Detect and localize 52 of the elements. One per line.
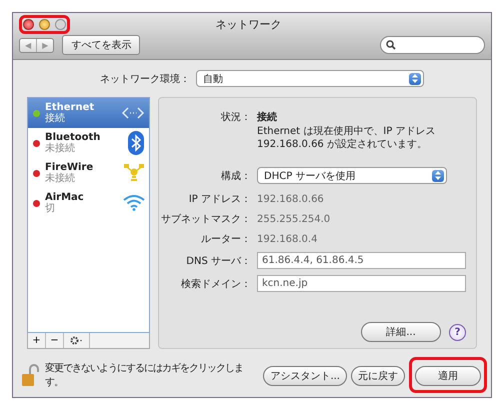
search-icon xyxy=(386,40,396,50)
field-value: 255.255.254.0 xyxy=(257,214,332,224)
help-button[interactable]: ? xyxy=(449,324,466,340)
service-item[interactable]: FireWire 未接続 xyxy=(28,158,149,188)
field-label: DNS サーバ： xyxy=(185,254,251,268)
input-field[interactable]: 61.86.4.4, 61.86.4.5 xyxy=(257,252,466,269)
service-status: 未接続 xyxy=(45,143,76,154)
config-popup[interactable]: DHCP サーバを使用 xyxy=(257,167,447,184)
popup-arrows-icon xyxy=(409,72,421,84)
show-all-button[interactable]: すべてを表示 xyxy=(62,35,140,55)
service-item[interactable]: AirMac 切 xyxy=(28,188,149,218)
service-name: AirMac xyxy=(45,192,85,203)
service-status: 切 xyxy=(45,203,56,214)
footer-button[interactable]: 適用 xyxy=(415,366,481,386)
field-label: ルーター： xyxy=(200,233,251,246)
zoom-button[interactable] xyxy=(55,18,66,30)
service-name: FireWire xyxy=(45,162,94,173)
service-item[interactable]: Bluetooth 未接続 xyxy=(28,128,149,158)
wifi-icon xyxy=(123,195,145,211)
location-popup[interactable]: 自動 xyxy=(196,70,424,87)
field-value: 192.168.0.4 xyxy=(257,234,318,244)
service-status: 未接続 xyxy=(45,173,76,184)
popup-arrows-icon xyxy=(432,170,444,182)
minimize-button[interactable] xyxy=(39,18,50,30)
window-title: ネットワーク xyxy=(214,16,282,32)
status-value: 接続 xyxy=(257,110,278,124)
remove-button[interactable]: − xyxy=(46,333,64,348)
config-label: 構成： xyxy=(220,170,251,182)
location-label: ネットワーク環境： xyxy=(100,72,190,86)
footer-button[interactable]: 元に戻す xyxy=(351,366,405,386)
service-item[interactable]: Ethernet 接続 xyxy=(28,98,149,128)
status-label: 状況： xyxy=(220,110,251,124)
field-label: 検索ドメイン： xyxy=(180,278,251,290)
footer-button[interactable]: アシスタント... xyxy=(263,366,347,386)
gear-icon xyxy=(70,336,84,345)
field-label: IP アドレス： xyxy=(188,193,251,206)
firewire-icon xyxy=(123,162,145,184)
close-button[interactable] xyxy=(23,18,34,30)
lock-hint: 変更できないようにするにはカギをクリックします。 xyxy=(45,362,244,389)
bluetooth-icon xyxy=(127,131,145,155)
add-button[interactable]: + xyxy=(28,333,46,348)
field-label: サブネットマスク： xyxy=(160,212,251,226)
search-field[interactable] xyxy=(380,36,485,54)
field-value: 192.168.0.66 xyxy=(257,194,325,204)
ethernet-icon xyxy=(121,106,145,120)
padlock-icon xyxy=(21,363,41,387)
status-description: Ethernet は現在使用中で、IP アドレス 192.168.0.66 が設定されています。 xyxy=(257,126,436,151)
advanced-button[interactable]: 詳細... xyxy=(361,322,441,342)
input-field[interactable]: kcn.ne.jp xyxy=(257,275,466,292)
service-status: 接続 xyxy=(45,113,66,124)
service-name: Bluetooth xyxy=(45,132,102,143)
service-name: Ethernet xyxy=(45,102,96,113)
